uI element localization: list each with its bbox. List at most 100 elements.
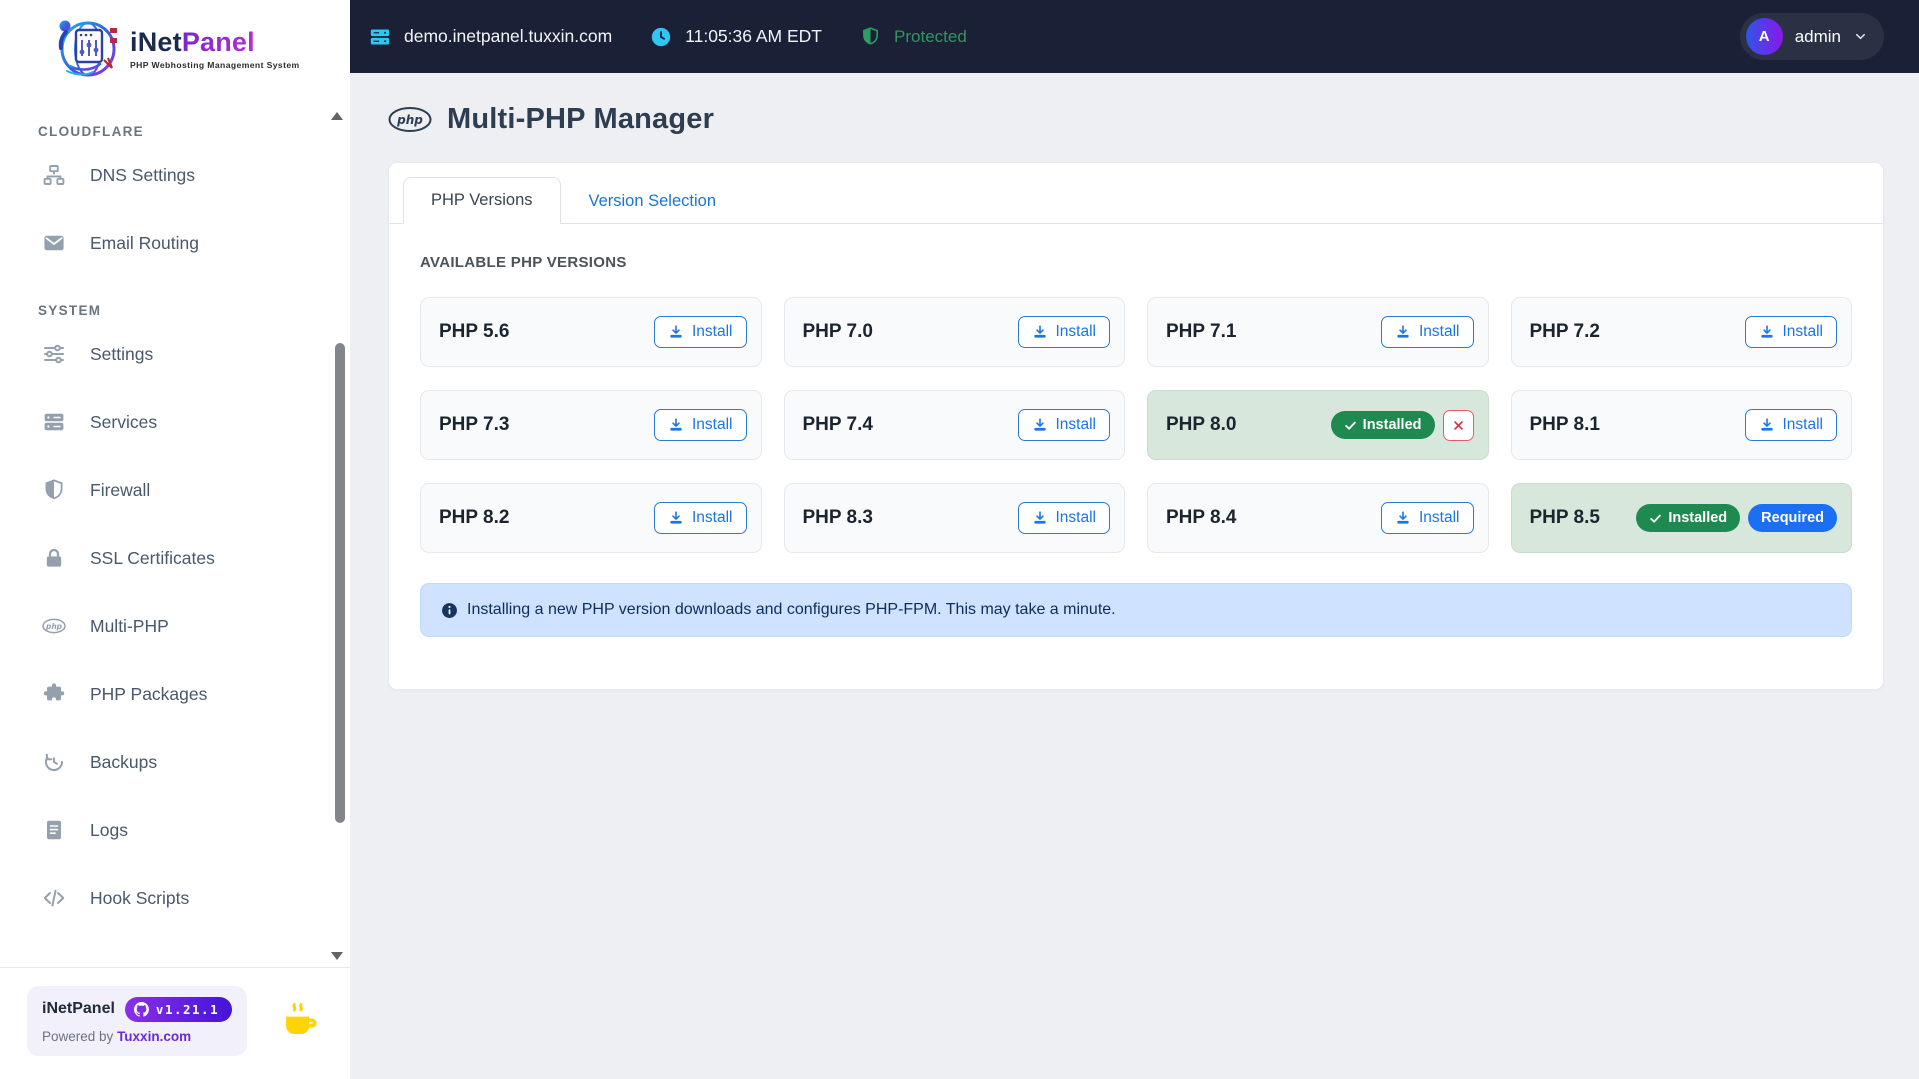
sidebar-item-multi-php[interactable]: php Multi-PHP (0, 592, 350, 660)
sidebar-scroll-up-arrow[interactable] (331, 112, 343, 120)
install-button[interactable]: Install (654, 316, 747, 348)
app-logo[interactable]: iNetPanel PHP Webhosting Management Syst… (0, 0, 350, 90)
app-root: iNetPanel PHP Webhosting Management Syst… (0, 0, 1919, 1079)
version-actions: Install (1381, 502, 1474, 534)
download-icon (668, 417, 684, 433)
shield-icon (860, 25, 881, 48)
footer-card: iNetPanel v1.21.1 Powered by Tuxxin.com (27, 985, 248, 1056)
php-version-card-php-7-4: PHP 7.4 Install (783, 390, 1125, 460)
powered-by: Powered by Tuxxin.com (42, 1029, 232, 1044)
sidebar-scrollbar-thumb[interactable] (335, 343, 345, 823)
php-version-card-php-7-1: PHP 7.1 Install (1147, 297, 1489, 367)
tab-php-versions[interactable]: PHP Versions (403, 177, 561, 224)
php-version-name: PHP 8.0 (1166, 414, 1237, 435)
php-version-card-php-7-0: PHP 7.0 Install (783, 297, 1125, 367)
page-content: php Multi-PHP Manager PHP Versions Versio… (350, 73, 1919, 1079)
install-button[interactable]: Install (654, 409, 747, 441)
download-icon (1395, 510, 1411, 526)
php-version-card-php-8-3: PHP 8.3 Install (783, 483, 1125, 553)
sidebar-item-hook-scripts[interactable]: Hook Scripts (0, 864, 350, 932)
php-version-name: PHP 5.6 (439, 321, 510, 342)
install-button[interactable]: Install (1744, 409, 1837, 441)
topbar: demo.inetpanel.tuxxin.com 11:05:36 AM ED… (350, 0, 1919, 73)
download-icon (1032, 510, 1048, 526)
version-actions: Install (654, 409, 747, 441)
php-version-name: PHP 7.2 (1529, 321, 1600, 342)
install-button[interactable]: Install (654, 502, 747, 534)
sidebar-item-label: Backups (90, 751, 158, 772)
php-version-card-php-8-4: PHP 8.4 Install (1147, 483, 1489, 553)
info-message: Installing a new PHP version downloads a… (467, 601, 1116, 618)
svg-text:php: php (396, 113, 423, 127)
info-icon (441, 602, 458, 619)
install-button[interactable]: Install (1381, 502, 1474, 534)
server-icon (369, 26, 391, 48)
server-stack-icon (42, 410, 66, 434)
sidebar-item-label: Firewall (90, 479, 151, 500)
server-info: demo.inetpanel.tuxxin.com (369, 26, 612, 48)
sidebar-section-title-cloudflare: CLOUDFLARE (38, 124, 144, 139)
php-version-name: PHP 7.0 (802, 321, 873, 342)
svg-text:php: php (45, 622, 63, 631)
php-version-name: PHP 7.3 (439, 414, 510, 435)
install-button[interactable]: Install (1017, 316, 1110, 348)
sidebar-item-label: Email Routing (90, 232, 199, 253)
sidebar-item-ssl-certificates[interactable]: SSL Certificates (0, 524, 350, 592)
sidebar-item-label: Logs (90, 819, 128, 840)
download-icon (1395, 324, 1411, 340)
version-actions: Install (1017, 316, 1110, 348)
username: admin (1794, 26, 1841, 46)
php-version-name: PHP 8.4 (1166, 507, 1237, 528)
php-version-name: PHP 7.4 (802, 414, 873, 435)
php-version-name: PHP 7.1 (1166, 321, 1237, 342)
sidebar-item-firewall[interactable]: Firewall (0, 456, 350, 524)
php-version-card-php-8-1: PHP 8.1 Install (1510, 390, 1852, 460)
sidebar-scroll-down-arrow[interactable] (331, 952, 343, 960)
version-actions: Installed Required (1636, 504, 1837, 532)
sidebar-item-logs[interactable]: Logs (0, 796, 350, 864)
powered-by-link[interactable]: Tuxxin.com (117, 1029, 191, 1044)
php-version-card-php-8-2: PHP 8.2 Install (420, 483, 762, 553)
envelope-icon (42, 231, 66, 255)
version-actions: Install (1017, 502, 1110, 534)
php-version-card-php-7-2: PHP 7.2 Install (1510, 297, 1852, 367)
version-actions: Install (1017, 409, 1110, 441)
info-alert: Installing a new PHP version downloads a… (420, 583, 1852, 637)
sidebar-item-backups[interactable]: Backups (0, 728, 350, 796)
php-version-card-php-7-3: PHP 7.3 Install (420, 390, 762, 460)
user-menu[interactable]: A admin (1739, 13, 1884, 60)
main-column: demo.inetpanel.tuxxin.com 11:05:36 AM ED… (350, 0, 1919, 1079)
protection-status: Protected (860, 25, 967, 48)
puzzle-icon (42, 682, 66, 706)
page-header: php Multi-PHP Manager (388, 103, 1884, 136)
php-version-name: PHP 8.1 (1529, 414, 1600, 435)
php-version-card-php-8-0: PHP 8.0 Installed (1147, 390, 1489, 460)
install-button[interactable]: Install (1017, 502, 1110, 534)
clock-icon (650, 26, 672, 48)
sitemap-icon (42, 163, 66, 187)
version-label: v1.21.1 (155, 1001, 220, 1017)
remove-version-button[interactable] (1442, 409, 1474, 441)
sidebar-item-php-packages[interactable]: PHP Packages (0, 660, 350, 728)
server-domain: demo.inetpanel.tuxxin.com (404, 26, 613, 46)
lock-icon (42, 546, 66, 570)
install-button[interactable]: Install (1381, 316, 1474, 348)
tab-bar: PHP Versions Version Selection (389, 163, 1883, 224)
shield-icon (42, 478, 66, 502)
version-badge[interactable]: v1.21.1 (124, 996, 233, 1022)
sidebar-item-settings[interactable]: Settings (0, 320, 350, 388)
install-button[interactable]: Install (1017, 409, 1110, 441)
coffee-icon[interactable] (280, 1000, 322, 1042)
chevron-down-icon (1853, 29, 1868, 44)
sidebar-item-dns-settings[interactable]: DNS Settings (0, 141, 350, 209)
php-version-card-php-5-6: PHP 5.6 Install (420, 297, 762, 367)
sidebar-item-email-routing[interactable]: Email Routing (0, 209, 350, 277)
install-button[interactable]: Install (1744, 316, 1837, 348)
history-icon (42, 750, 66, 774)
php-version-name: PHP 8.3 (802, 507, 873, 528)
sidebar-item-label: Hook Scripts (90, 887, 190, 908)
sidebar-item-services[interactable]: Services (0, 388, 350, 456)
tab-version-selection[interactable]: Version Selection (561, 178, 745, 224)
code-icon (42, 886, 66, 910)
php-badge-icon: php (42, 614, 66, 638)
